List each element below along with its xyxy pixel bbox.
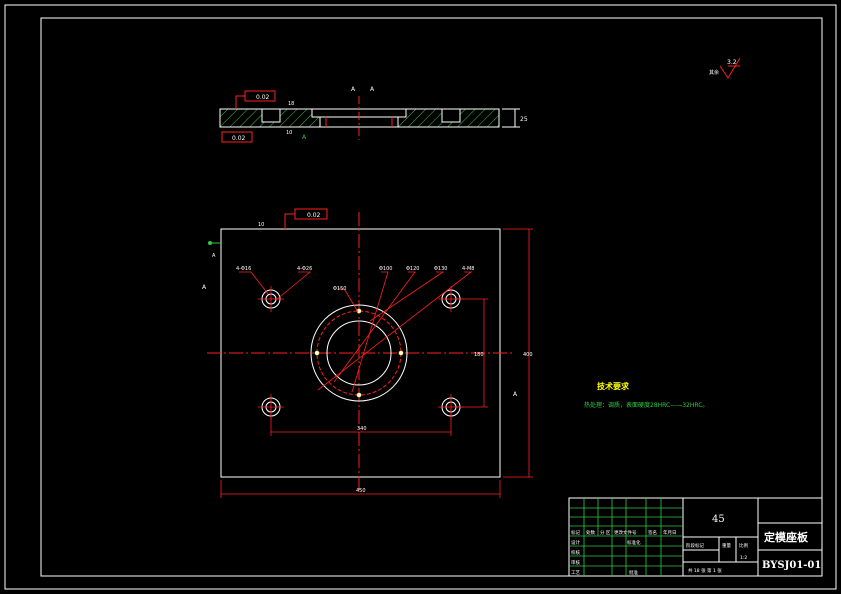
label-count: 处数 [586,529,595,536]
label-change-doc: 更改文件号 [614,529,637,536]
drawing-sheet: 25 0.02 0.02 18 10 A A A 3.2 其余 4-Φ16 4-… [4,4,837,590]
scale-value: 1:2 [740,555,747,561]
drawing-number: BYSJ01-01 [762,560,821,571]
label-approve: 批准 [629,569,638,576]
label-pcd: Φ120 [406,266,419,272]
label-ring: Φ150 [333,286,346,292]
label-zone: 分 区 [600,529,611,536]
datum-a-mark: A [302,134,307,141]
label-hole1: 4-Φ16 [236,266,251,272]
dim-height: 400 [523,352,533,358]
depth-note: 18 [288,101,294,107]
roughness-value: 3.2 [727,59,737,66]
sheets-text: 共 18 张 第 1 张 [688,567,722,574]
side-mark-right: A [513,391,518,398]
plan-view: 4-Φ16 4-Φ26 Φ150 Φ100 Φ120 Φ130 4-M8 0.0… [202,208,533,498]
dim-thickness: 25 [520,116,528,123]
material: 45 [712,514,725,525]
flatness-value: 0.02 [256,94,270,101]
dim-hole-pitch-x: 340 [357,426,367,432]
edge-note: 10 [286,130,292,136]
roughness-other: 其余 [709,69,719,76]
label-pcd2: Φ130 [434,266,447,272]
perpendicular-value: 0.02 [232,135,246,142]
label-small-holes: 4-M8 [462,266,474,272]
label-stage: 阶段标记 [686,542,704,549]
label-process: 工艺 [571,570,580,576]
section-counterbore-left [261,108,281,123]
dim-hole-pitch-y: 180 [474,352,484,358]
tech-requirements: 技术要求 热处理：调质，表面硬度28HRC——32HRC。 [584,381,708,409]
label-weight: 重量 [722,542,731,549]
section-a-left: A [351,86,356,93]
label-check: 校核 [571,549,580,556]
section-view: 25 0.02 0.02 18 10 A A A [219,86,528,143]
label-hole2: 4-Φ26 [297,266,312,272]
roughness-symbol: 3.2 其余 [709,57,741,79]
inner-border [40,17,823,577]
label-design: 设计 [571,539,580,546]
section-counterbore-right [441,108,461,123]
side-mark-left: A [202,284,207,291]
label-standardize: 标准化 [627,539,641,546]
label-mark: 标记 [571,529,580,536]
plan-edge-note: 10 [258,222,264,228]
parallel-value: 0.02 [307,212,321,219]
label-bore: Φ100 [379,266,392,272]
part-name: 定模座板 [764,530,809,544]
label-signature: 签名 [648,529,657,536]
section-a-right: A [370,86,375,93]
label-scale: 比例 [739,542,748,549]
datum-a-plan: A [212,253,216,259]
dim-width: 450 [356,488,366,494]
label-date: 年月日 [663,529,677,536]
outer-border [4,4,837,590]
label-review: 审核 [571,559,580,566]
tech-line-1: 热处理：调质，表面硬度28HRC——32HRC。 [584,401,708,409]
tech-heading: 技术要求 [597,381,630,391]
